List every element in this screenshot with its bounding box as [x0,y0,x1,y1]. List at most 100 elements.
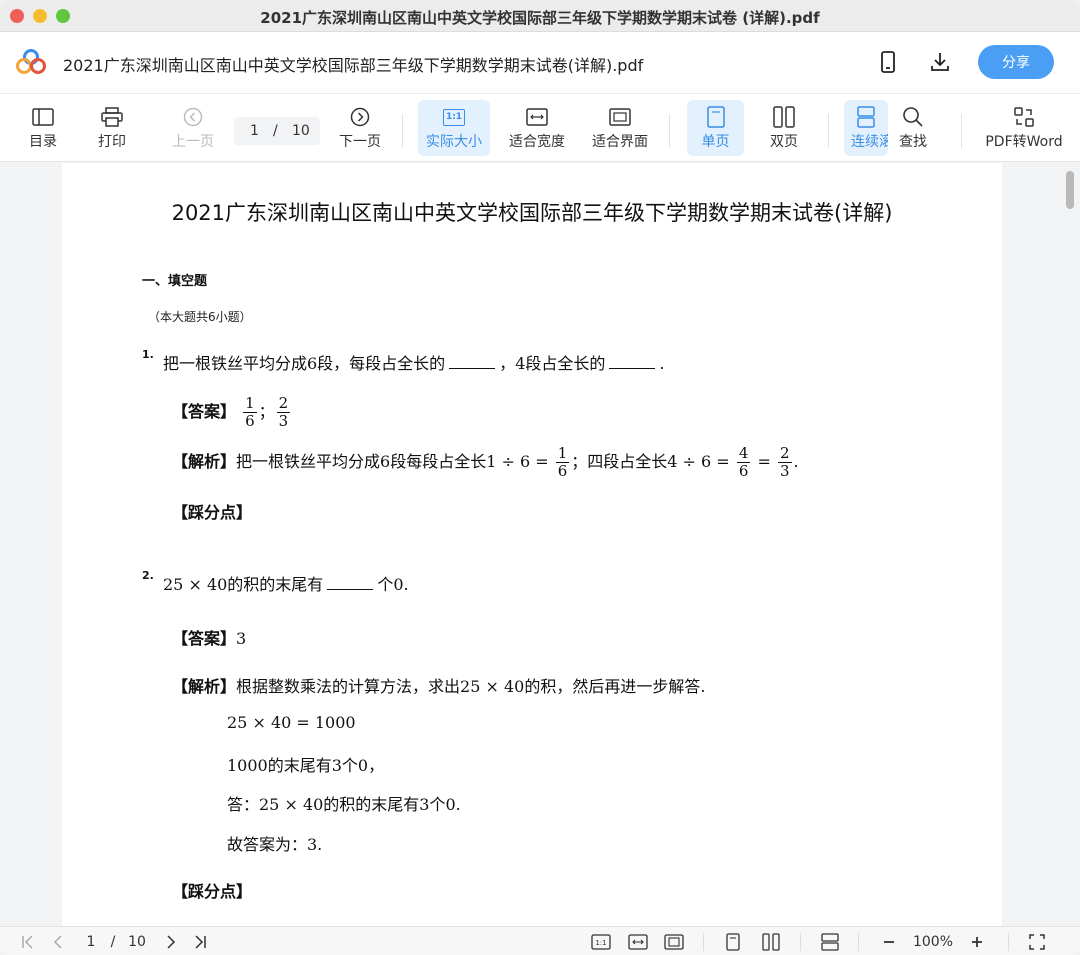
question-text: 把一根铁丝平均分成6段，每段占全长的 ，4段占全长的. [163,350,664,374]
analysis-text: . [793,452,799,471]
double-page-button[interactable]: 双页 [758,100,810,156]
double-page-icon [762,933,780,951]
fraction: 23 [276,395,291,430]
title-bar: 2021广东深圳南山区南山中英文学校国际部三年级下学期数学期末试卷 (详解).p… [0,0,1080,32]
next-page-nav-button[interactable] [162,931,180,953]
fit-page-label: 适合界面 [592,134,648,150]
document-viewer[interactable]: 2021广东深圳南山区南山中英文学校国际部三年级下学期数学期末试卷(详解) 一、… [0,163,1080,926]
bottom-single-page-button[interactable] [723,931,743,953]
fullscreen-button[interactable] [1027,931,1047,953]
toc-button[interactable]: 目录 [22,100,64,156]
chevron-left-circle-icon [183,107,203,127]
actual-size-icon: 1:1 [443,108,465,126]
analysis-text: 把一根铁丝平均分成6段每段占全长1 ÷ 6 = [236,452,549,471]
continuous-scroll-button[interactable]: 连续滚动 [844,100,888,156]
bottom-double-page-button[interactable] [760,931,782,953]
continuous-scroll-icon [857,106,875,128]
mobile-button[interactable] [874,48,902,76]
fit-width-button[interactable]: 适合宽度 [504,100,570,156]
next-page-label: 下一页 [339,134,381,150]
answer-label: 【答案】 [172,402,237,421]
find-label: 查找 [899,134,927,150]
toolbar-divider [402,114,403,148]
fraction-numerator: 2 [777,444,792,463]
pdf-to-word-label: PDF转Word [985,134,1063,150]
current-page: 1 [250,123,259,139]
bottom-divider [858,933,859,951]
fraction: 16 [243,395,257,430]
continuous-scroll-label: 连续滚动 [851,134,888,150]
fraction-denominator: 6 [738,462,749,480]
fullscreen-icon [1029,934,1045,950]
zoom-out-button[interactable] [880,931,898,953]
search-icon [903,107,923,127]
first-page-button[interactable] [18,931,38,953]
single-page-icon [706,106,725,128]
fit-page-icon [664,934,684,950]
window-title: 2021广东深圳南山区南山中英文学校国际部三年级下学期数学期末试卷 (详解).p… [260,9,820,27]
fit-page-icon [609,108,631,126]
answer-line: 【答案】3 [172,625,246,649]
find-button[interactable]: 查找 [892,100,934,156]
pdf-page: 2021广东深圳南山区南山中英文学校国际部三年级下学期数学期末试卷(详解) 一、… [62,163,1002,926]
zoom-in-button[interactable] [968,931,986,953]
share-button[interactable]: 分享 [978,45,1054,79]
prev-page-nav-button[interactable] [48,931,68,953]
last-page-button[interactable] [190,931,210,953]
app-header: 2021广东深圳南山区南山中英文学校国际部三年级下学期数学期末试卷(详解).pd… [0,32,1080,94]
minus-icon [884,941,894,943]
fraction-denominator: 6 [557,462,568,480]
bottom-divider [1008,933,1009,951]
sidebar-icon [32,108,54,126]
next-page-button[interactable]: 下一页 [333,100,387,156]
first-page-icon [22,935,33,949]
bottom-actual-size-button[interactable]: 1:1 [590,931,612,953]
fit-page-button[interactable]: 适合界面 [587,100,653,156]
scoring-points-label: 【踩分点】 [172,503,253,522]
scoring-points-label: 【踩分点】 [172,882,253,901]
analysis-line: 【解析】把一根铁丝平均分成6段每段占全长1 ÷ 6 = 1 6 ；四段占全长4 ÷ … [172,445,799,480]
printer-icon [101,107,123,127]
bottom-current-page[interactable]: 1 [82,931,100,953]
fraction: 16 [555,445,570,480]
prev-page-button[interactable]: 上一页 [166,100,220,156]
single-page-label: 单页 [701,134,730,150]
single-page-button[interactable]: 单页 [687,100,744,156]
question-text-part: 个0. [377,575,409,594]
fit-width-icon [628,934,648,950]
section-heading: 一、填空题 [142,274,208,289]
actual-size-icon: 1:1 [591,934,611,950]
bottom-continuous-button[interactable] [819,931,841,953]
zoom-level[interactable]: 100% [910,931,956,953]
toolbar-divider [961,114,962,148]
svg-text:1:1: 1:1 [595,939,606,947]
actual-size-button[interactable]: 1:1 实际大小 [418,100,490,156]
download-button[interactable] [926,48,954,76]
solution-step: 25 × 40 = 1000 [227,713,356,732]
app-logo-icon [16,49,46,74]
page-number-input[interactable]: 1 / 10 [234,117,320,145]
bottom-fit-page-button[interactable] [663,931,685,953]
print-button[interactable]: 打印 [91,100,133,156]
toolbar-divider [828,114,829,148]
chevron-right-icon [167,935,176,949]
bottom-page-separator: / [110,934,116,950]
bottom-total-pages: 10 [128,934,146,950]
fraction-numerator: 4 [736,444,751,463]
answer-blank [609,355,656,369]
vertical-scrollbar[interactable] [1066,171,1074,209]
pdf-to-word-button[interactable]: PDF转Word [982,100,1066,156]
toolbar: 目录 打印 上一页 1 / 10 下一页 1:1 实际大小 适合宽度 适合界面 … [0,94,1080,162]
bottom-bar: 1 / 10 1:1 100% [0,926,1080,955]
fit-width-label: 适合宽度 [509,134,565,150]
chevron-right-circle-icon [350,107,370,127]
analysis-text: 根据整数乘法的计算方法，求出25 × 40的积，然后再进一步解答. [236,677,706,696]
fraction-denominator: 3 [779,462,790,480]
fraction-denominator: 6 [245,412,255,430]
fraction-numerator: 1 [243,394,257,413]
question-text-part: 把一根铁丝平均分成6段，每段占全长的 [163,354,446,373]
fraction: 46 [736,444,751,480]
bottom-fit-width-button[interactable] [627,931,649,953]
answer-separator: ； [258,402,275,421]
fraction-denominator: 3 [278,412,289,430]
